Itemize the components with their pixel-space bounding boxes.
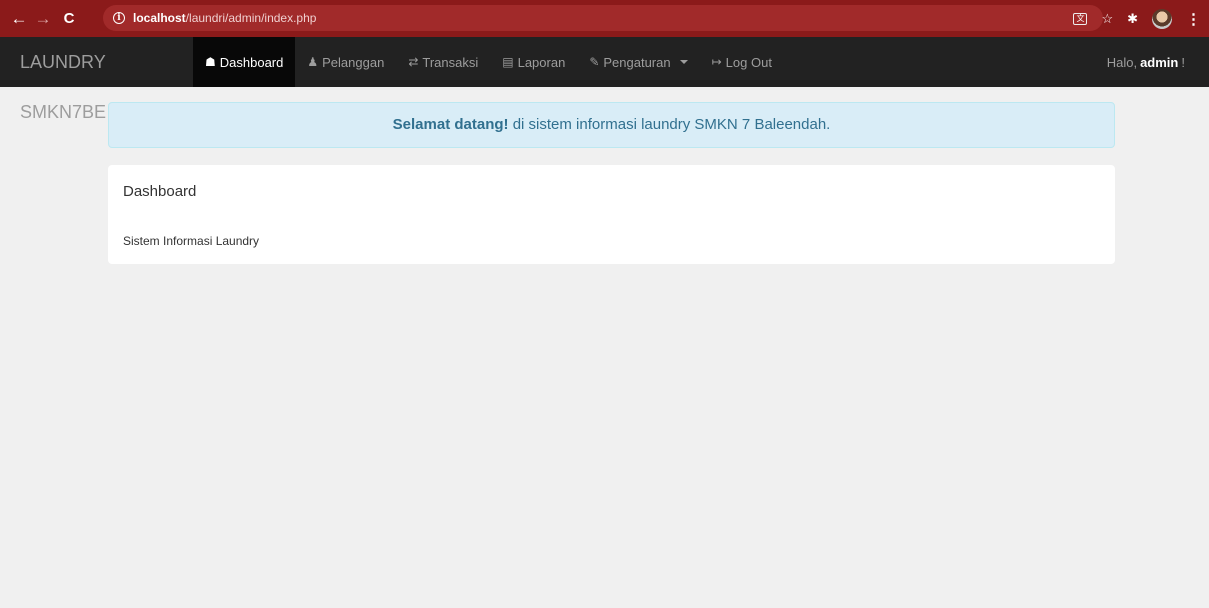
nav-logout-label: Log Out bbox=[725, 54, 772, 70]
browser-toolbar: ← → C i localhost/laundri/admin/index.ph… bbox=[0, 0, 1209, 37]
brand-link[interactable]: LAUNDRY SMKN7BE bbox=[0, 37, 193, 122]
welcome-text: di sistem informasi laundry SMKN 7 Balee… bbox=[508, 116, 831, 133]
welcome-alert: Selamat datang! di sistem informasi laun… bbox=[108, 102, 1115, 148]
greeting-suffix: ! bbox=[1181, 54, 1185, 70]
nav-logout[interactable]: ↦ Log Out bbox=[700, 37, 784, 87]
extensions-puzzle-icon[interactable]: ✱ bbox=[1127, 11, 1138, 27]
welcome-strong: Selamat datang! bbox=[392, 116, 509, 133]
panel-body-text: Sistem Informasi Laundry bbox=[123, 234, 260, 248]
info-icon[interactable]: i bbox=[113, 12, 125, 24]
app-navbar: LAUNDRY SMKN7BE ☗ Dashboard ♟ Pelanggan … bbox=[0, 37, 1209, 122]
list-icon: ▤ bbox=[502, 55, 514, 69]
greeting-prefix: Halo, bbox=[1106, 54, 1138, 70]
user-greeting: Halo, admin ! bbox=[1107, 37, 1209, 87]
logout-icon: ↦ bbox=[711, 55, 722, 69]
nav-transaksi-label: Transaksi bbox=[422, 54, 479, 70]
profile-avatar[interactable] bbox=[1152, 8, 1172, 29]
wrench-icon: ✎ bbox=[589, 55, 600, 69]
url-host: localhost bbox=[133, 11, 186, 25]
nav-pengaturan-label: Pengaturan bbox=[603, 54, 671, 70]
reload-icon[interactable]: C bbox=[57, 10, 81, 27]
address-bar[interactable]: i localhost/laundri/admin/index.php bbox=[103, 5, 1103, 31]
back-arrow-icon[interactable]: ← bbox=[7, 9, 31, 29]
shuffle-icon: ⇄ bbox=[408, 55, 419, 69]
menu-kebab-icon[interactable]: ⋮ bbox=[1186, 10, 1201, 28]
nav-dashboard-label: Dashboard bbox=[219, 54, 284, 70]
star-icon[interactable]: ☆ bbox=[1101, 11, 1113, 27]
nav-pengaturan-dropdown[interactable]: ✎ Pengaturan bbox=[577, 37, 699, 87]
nav-laporan[interactable]: ▤ Laporan bbox=[490, 37, 577, 87]
dashboard-panel: Dashboard Sistem Informasi Laundry bbox=[108, 165, 1115, 264]
home-icon: ☗ bbox=[205, 55, 216, 69]
user-icon: ♟ bbox=[307, 55, 319, 69]
forward-arrow-icon[interactable]: → bbox=[31, 9, 55, 29]
nav-dashboard[interactable]: ☗ Dashboard bbox=[193, 37, 296, 87]
nav-transaksi[interactable]: ⇄ Transaksi bbox=[396, 37, 490, 87]
panel-title: Dashboard bbox=[123, 183, 197, 200]
username: admin bbox=[1140, 54, 1179, 70]
url-path: /laundri/admin/index.php bbox=[185, 11, 317, 25]
caret-down-icon bbox=[679, 60, 688, 64]
nav-pelanggan[interactable]: ♟ Pelanggan bbox=[295, 37, 396, 87]
nav-pelanggan-label: Pelanggan bbox=[322, 54, 385, 70]
nav-laporan-label: Laporan bbox=[517, 54, 566, 70]
translate-icon[interactable]: 文 bbox=[1073, 12, 1088, 25]
